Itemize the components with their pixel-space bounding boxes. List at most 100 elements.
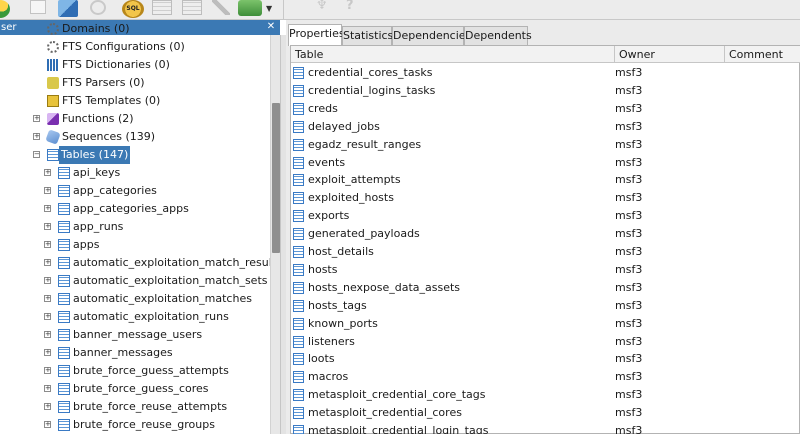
fts-config-icon: [47, 41, 59, 53]
tree-item-table[interactable]: + brute_force_reuse_groups: [0, 416, 270, 434]
table-row[interactable]: exploited_hosts msf3: [291, 189, 800, 207]
table-icon: [293, 228, 304, 241]
table-row[interactable]: generated_payloads msf3: [291, 225, 800, 243]
table-icon: [58, 203, 70, 215]
tree-item-table[interactable]: + app_categories_apps: [0, 200, 270, 218]
table-row[interactable]: creds msf3: [291, 100, 800, 118]
plugins-icon[interactable]: [238, 0, 262, 16]
expand-toggle[interactable]: +: [44, 169, 51, 176]
column-header-table[interactable]: Table: [291, 46, 615, 63]
tree-item[interactable]: FTS Dictionaries (0): [0, 56, 270, 74]
tree-item[interactable]: FTS Configurations (0): [0, 38, 270, 56]
tree-item-table[interactable]: + automatic_exploitation_matches: [0, 290, 270, 308]
tab-statistics[interactable]: Statistics: [342, 26, 393, 45]
column-header-comment[interactable]: Comment: [725, 46, 800, 63]
filtered-data-icon[interactable]: [182, 0, 202, 15]
tab-dependents[interactable]: Dependents: [464, 26, 532, 45]
tree-scrollbar[interactable]: [270, 35, 280, 434]
expand-toggle[interactable]: +: [44, 187, 51, 194]
tree-item-table[interactable]: + brute_force_guess_cores: [0, 380, 270, 398]
tree-item-table[interactable]: + banner_messages: [0, 344, 270, 362]
table-row[interactable]: macros msf3: [291, 368, 800, 386]
expand-toggle[interactable]: +: [44, 349, 51, 356]
table-row[interactable]: hosts_tags msf3: [291, 297, 800, 315]
tab-properties[interactable]: Properties: [288, 24, 345, 46]
table-row[interactable]: loots msf3: [291, 350, 800, 368]
table-icon: [58, 167, 70, 179]
new-object-icon[interactable]: [30, 0, 46, 14]
table-row[interactable]: known_ports msf3: [291, 315, 800, 333]
view-data-icon[interactable]: [152, 0, 172, 15]
table-row[interactable]: credential_logins_tasks msf3: [291, 82, 800, 100]
tree-item-table[interactable]: + app_categories: [0, 182, 270, 200]
table-row[interactable]: hosts msf3: [291, 261, 800, 279]
expand-toggle[interactable]: +: [44, 385, 51, 392]
sql-query-icon[interactable]: SQL: [122, 0, 144, 18]
expand-toggle[interactable]: +: [33, 133, 40, 140]
expand-toggle[interactable]: +: [44, 205, 51, 212]
tree-item-table[interactable]: + brute_force_guess_attempts: [0, 362, 270, 380]
table-row[interactable]: events msf3: [291, 154, 800, 172]
expand-toggle[interactable]: +: [44, 331, 51, 338]
table-row[interactable]: egadz_result_ranges msf3: [291, 136, 800, 154]
table-row[interactable]: hosts_nexpose_data_assets msf3: [291, 279, 800, 297]
tree-item[interactable]: FTS Templates (0): [0, 92, 270, 110]
maintenance-icon[interactable]: [212, 0, 230, 15]
table-row[interactable]: credential_cores_tasks msf3: [291, 64, 800, 82]
tree-item-label: api_keys: [73, 166, 121, 179]
tree-item-table[interactable]: + automatic_exploitation_match_results: [0, 254, 282, 272]
expand-toggle[interactable]: +: [44, 295, 51, 302]
collapse-toggle[interactable]: −: [33, 151, 40, 158]
tree-item-table[interactable]: + automatic_exploitation_match_sets: [0, 272, 270, 290]
tree-item[interactable]: + Functions (2): [0, 110, 270, 128]
toolbar-separator: [283, 0, 284, 20]
fts-parser-icon: [47, 77, 59, 89]
table-row[interactable]: host_details msf3: [291, 243, 800, 261]
plugins-dropdown-icon[interactable]: ▼: [266, 4, 272, 21]
tree-item-table[interactable]: + banner_message_users: [0, 326, 270, 344]
table-icon: [293, 389, 304, 402]
table-icon: [58, 329, 70, 341]
tree-item-table[interactable]: + brute_force_reuse_attempts: [0, 398, 270, 416]
table-icon: [293, 371, 304, 384]
expand-toggle[interactable]: +: [44, 223, 51, 230]
table-row[interactable]: metasploit_credential_cores msf3: [291, 404, 800, 422]
table-row[interactable]: metasploit_credential_core_tags msf3: [291, 386, 800, 404]
table-row[interactable]: exports msf3: [291, 207, 800, 225]
tree-item-table[interactable]: + apps: [0, 236, 270, 254]
tree-item[interactable]: + Sequences (139): [0, 128, 270, 146]
column-header-owner[interactable]: Owner: [615, 46, 725, 63]
pin-icon[interactable]: ♆: [316, 0, 334, 14]
expand-toggle[interactable]: +: [44, 313, 51, 320]
expand-toggle[interactable]: +: [44, 277, 51, 284]
tree-item-table[interactable]: + app_runs: [0, 218, 270, 236]
owner-cell: msf3: [615, 298, 643, 312]
tree-item[interactable]: FTS Parsers (0): [0, 74, 270, 92]
expand-toggle[interactable]: +: [44, 259, 51, 266]
tree-item[interactable]: − Tables (147): [0, 146, 270, 164]
expand-toggle[interactable]: +: [44, 403, 51, 410]
table-row[interactable]: exploit_attempts msf3: [291, 171, 800, 189]
table-icon: [293, 174, 304, 187]
fts-template-icon: [47, 95, 59, 107]
table-name-cell: loots: [308, 352, 335, 366]
copy-icon[interactable]: [58, 0, 78, 17]
refresh-icon[interactable]: [0, 0, 10, 18]
table-row[interactable]: delayed_jobs msf3: [291, 118, 800, 136]
recycle-icon[interactable]: [90, 0, 106, 15]
table-name-cell: host_details: [308, 245, 374, 258]
table-row[interactable]: listeners msf3: [291, 333, 800, 351]
expand-toggle[interactable]: +: [44, 241, 51, 248]
table-icon: [58, 293, 70, 305]
table-row[interactable]: metasploit_credential_login_tags msf3: [291, 422, 800, 434]
expand-toggle[interactable]: +: [44, 421, 51, 428]
tree-item[interactable]: Domains (0): [0, 20, 270, 38]
tab-dependencies[interactable]: Dependencies: [392, 26, 471, 45]
tree-item-table[interactable]: + api_keys: [0, 164, 270, 182]
expand-toggle[interactable]: +: [33, 115, 40, 122]
tree-item-table[interactable]: + automatic_exploitation_runs: [0, 308, 270, 326]
help-icon[interactable]: ?: [346, 0, 360, 14]
expand-toggle[interactable]: +: [44, 367, 51, 374]
owner-cell: msf3: [615, 388, 643, 402]
tree-scrollbar-thumb[interactable]: [272, 103, 280, 253]
